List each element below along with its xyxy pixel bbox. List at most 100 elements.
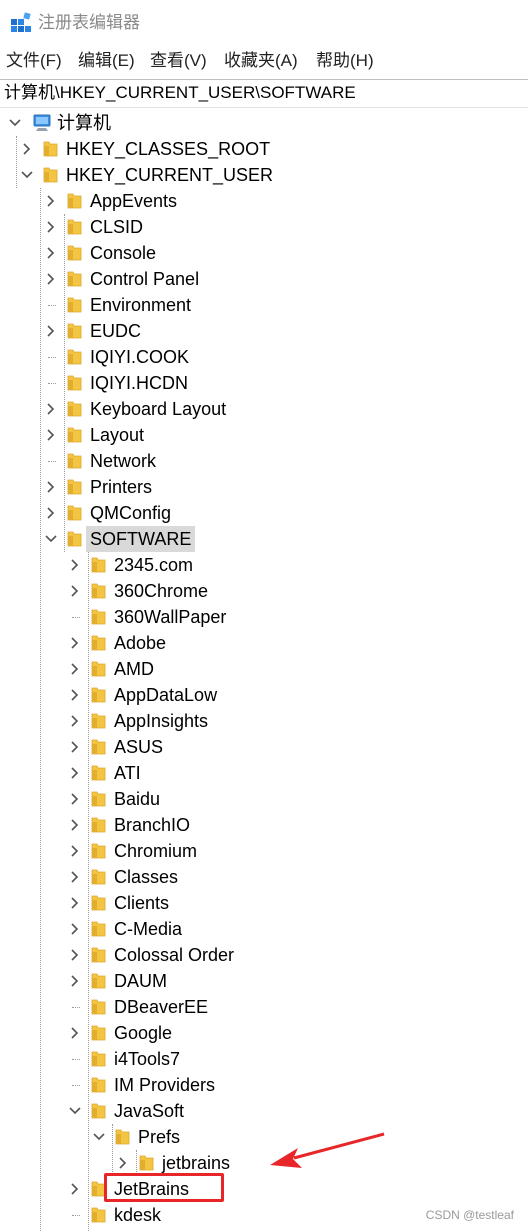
tree-node[interactable]: IQIYI.HCDN [0, 370, 528, 396]
tree-node[interactable]: DBeaverEE [0, 994, 528, 1020]
folder-icon [91, 765, 106, 781]
folder-icon [91, 947, 106, 963]
chevron-right-icon[interactable] [44, 246, 58, 260]
tree-node[interactable]: Printers [0, 474, 528, 500]
menu-edit[interactable]: 编辑(E) [78, 50, 135, 72]
menu-favorites[interactable]: 收藏夹(A) [224, 50, 298, 72]
address-path[interactable]: 计算机\HKEY_CURRENT_USER\SOFTWARE [4, 82, 356, 104]
tree-node[interactable]: Colossal Order [0, 942, 528, 968]
tree-node[interactable]: Google [0, 1020, 528, 1046]
chevron-right-icon[interactable] [68, 844, 82, 858]
menu-file[interactable]: 文件(F) [6, 50, 62, 72]
tree-node[interactable]: ASUS [0, 734, 528, 760]
tree-node[interactable]: ATI [0, 760, 528, 786]
folder-icon [91, 557, 106, 573]
chevron-right-icon[interactable] [44, 428, 58, 442]
tree-node[interactable]: SOFTWARE [0, 526, 528, 552]
chevron-right-icon[interactable] [44, 272, 58, 286]
tree-node[interactable]: QMConfig [0, 500, 528, 526]
chevron-right-icon[interactable] [44, 506, 58, 520]
tree-node[interactable]: Baidu [0, 786, 528, 812]
tree-node[interactable]: Keyboard Layout [0, 396, 528, 422]
chevron-right-icon[interactable] [44, 324, 58, 338]
tree-node-label: 360WallPaper [114, 607, 227, 627]
chevron-down-icon[interactable] [8, 116, 22, 130]
tree-node[interactable]: Layout [0, 422, 528, 448]
chevron-right-icon[interactable] [116, 1156, 130, 1170]
chevron-right-icon[interactable] [20, 142, 34, 156]
folder-icon [91, 661, 106, 677]
chevron-right-icon[interactable] [68, 818, 82, 832]
chevron-right-icon[interactable] [44, 480, 58, 494]
chevron-down-icon[interactable] [44, 532, 58, 546]
chevron-right-icon[interactable] [68, 766, 82, 780]
folder-icon [67, 271, 82, 287]
chevron-right-icon[interactable] [68, 740, 82, 754]
tree-node-label: Classes [114, 867, 179, 887]
tree-node[interactable]: Prefs [0, 1124, 528, 1150]
chevron-right-icon[interactable] [68, 558, 82, 572]
tree-node[interactable]: IM Providers [0, 1072, 528, 1098]
chevron-right-icon[interactable] [68, 688, 82, 702]
tree-guide-line [64, 214, 65, 552]
folder-icon [67, 427, 82, 443]
folder-icon [91, 1025, 106, 1041]
chevron-right-icon[interactable] [68, 870, 82, 884]
tree-node[interactable]: 360WallPaper [0, 604, 528, 630]
chevron-right-icon[interactable] [44, 220, 58, 234]
chevron-right-icon[interactable] [68, 584, 82, 598]
tree-node[interactable]: i4Tools7 [0, 1046, 528, 1072]
tree-node[interactable]: Chromium [0, 838, 528, 864]
tree-node[interactable]: AppEvents [0, 188, 528, 214]
chevron-right-icon[interactable] [68, 1026, 82, 1040]
tree-node[interactable]: AppDataLow [0, 682, 528, 708]
tree-node-label: IQIYI.HCDN [90, 373, 189, 393]
folder-icon [91, 713, 106, 729]
registry-tree: 计算机 HKEY_CLASSES_ROOT HKEY_CURRENT_USER Ap… [0, 108, 528, 1231]
menu-help[interactable]: 帮助(H) [316, 50, 374, 72]
tree-node[interactable]: HKEY_CLASSES_ROOT [0, 136, 528, 162]
tree-node[interactable]: C-Media [0, 916, 528, 942]
folder-icon [67, 245, 82, 261]
chevron-right-icon[interactable] [68, 662, 82, 676]
chevron-right-icon[interactable] [68, 896, 82, 910]
tree-node[interactable]: Control Panel [0, 266, 528, 292]
tree-node-label: Keyboard Layout [90, 399, 227, 419]
chevron-right-icon[interactable] [68, 714, 82, 728]
tree-node[interactable]: Network [0, 448, 528, 474]
chevron-right-icon[interactable] [44, 194, 58, 208]
tree-node[interactable]: DAUM [0, 968, 528, 994]
chevron-right-icon[interactable] [68, 948, 82, 962]
chevron-right-icon[interactable] [68, 792, 82, 806]
tree-node-label: 2345.com [114, 555, 194, 575]
chevron-right-icon[interactable] [68, 636, 82, 650]
tree-node[interactable]: JavaSoft [0, 1098, 528, 1124]
tree-node[interactable]: BranchIO [0, 812, 528, 838]
chevron-right-icon[interactable] [68, 974, 82, 988]
tree-node[interactable]: EUDC [0, 318, 528, 344]
tree-node-computer[interactable]: 计算机 [0, 110, 200, 136]
tree-node[interactable]: Adobe [0, 630, 528, 656]
tree-node[interactable]: jetbrains [0, 1150, 528, 1176]
tree-node-label: AppEvents [90, 191, 178, 211]
tree-node[interactable]: 2345.com [0, 552, 528, 578]
tree-node[interactable]: Classes [0, 864, 528, 890]
tree-node[interactable]: AMD [0, 656, 528, 682]
tree-node[interactable]: IQIYI.COOK [0, 344, 528, 370]
chevron-down-icon[interactable] [92, 1130, 106, 1144]
chevron-down-icon[interactable] [20, 168, 34, 182]
tree-node[interactable]: 360Chrome [0, 578, 528, 604]
chevron-right-icon[interactable] [44, 402, 58, 416]
tree-node[interactable]: AppInsights [0, 708, 528, 734]
tree-node[interactable]: CLSID [0, 214, 528, 240]
chevron-down-icon[interactable] [68, 1104, 82, 1118]
menu-view[interactable]: 查看(V) [150, 50, 207, 72]
tree-node[interactable]: Clients [0, 890, 528, 916]
tree-node[interactable]: Console [0, 240, 528, 266]
chevron-right-icon[interactable] [68, 1182, 82, 1196]
tree-node[interactable]: JetBrains [0, 1176, 528, 1202]
tree-node[interactable]: Environment [0, 292, 528, 318]
tree-node[interactable]: HKEY_CURRENT_USER [0, 162, 528, 188]
folder-icon [91, 895, 106, 911]
chevron-right-icon[interactable] [68, 922, 82, 936]
